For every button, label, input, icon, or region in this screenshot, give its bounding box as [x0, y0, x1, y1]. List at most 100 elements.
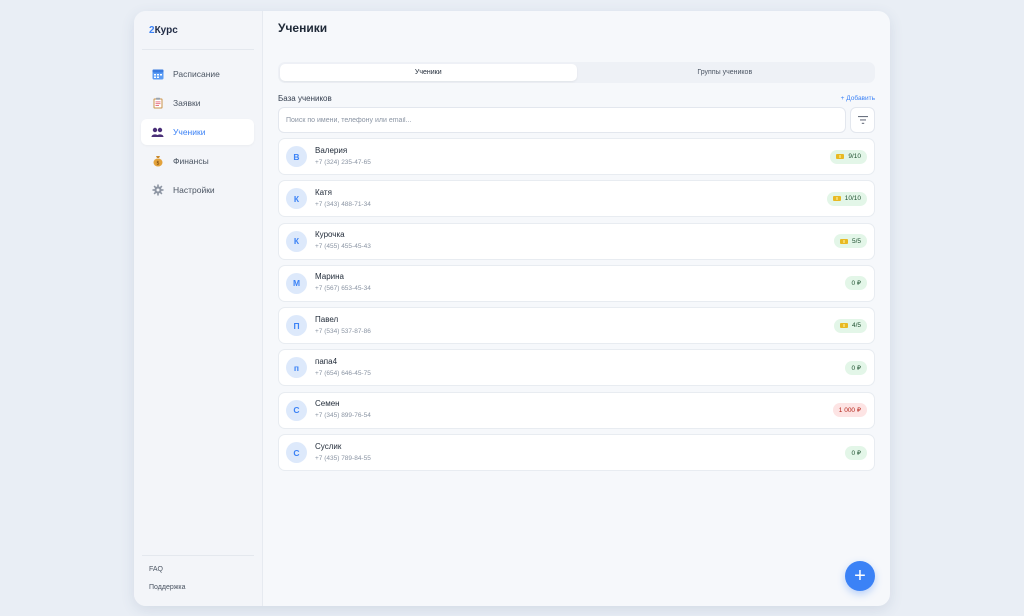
ticket-icon [839, 238, 848, 244]
student-info: Валерия +7 (324) 235-47-65 [315, 146, 830, 168]
sidebar-item-finance[interactable]: $ Финансы [141, 148, 254, 174]
ticket-icon [839, 323, 848, 329]
balance-badge: 0 ₽ [845, 276, 867, 291]
support-link[interactable]: Поддержка [134, 579, 262, 597]
avatar: К [286, 230, 307, 252]
clipboard-icon [151, 97, 164, 110]
sidebar-nav: Расписание Заявки Ученики $ Финансы Наст… [134, 61, 262, 203]
student-name: папа4 [315, 356, 338, 366]
filter-button[interactable] [850, 107, 875, 133]
users-icon [151, 126, 164, 139]
avatar: С [286, 399, 307, 421]
student-info: Семен +7 (345) 899-76-54 [315, 399, 833, 421]
balance-value: 0 ₽ [851, 280, 861, 288]
balance-badge: 0 ₽ [845, 445, 867, 460]
balance-value: 9/10 [848, 153, 861, 160]
student-phone: +7 (534) 537-87-86 [315, 327, 371, 335]
student-name: Суслик [315, 441, 342, 451]
tab-student-groups[interactable]: Группы учеников [577, 64, 874, 81]
student-info: папа4 +7 (654) 646-45-75 [315, 357, 845, 379]
sidebar-item-students[interactable]: Ученики [141, 119, 254, 145]
student-info: Катя +7 (343) 488-71-34 [315, 188, 827, 210]
balance-badge: 9/10 [830, 149, 867, 164]
student-phone: +7 (435) 789-84-55 [315, 454, 371, 462]
sidebar-item-label: Заявки [173, 98, 201, 108]
sidebar: 2Курс Расписание Заявки Ученики $ Финанс… [134, 11, 263, 606]
student-name: Семен [315, 399, 340, 409]
student-phone: +7 (567) 653-45-34 [315, 285, 371, 293]
student-phone: +7 (324) 235-47-65 [315, 158, 371, 166]
gear-icon [151, 184, 164, 197]
student-row[interactable]: С Семен +7 (345) 899-76-54 1 000 ₽ [278, 391, 875, 429]
avatar: М [286, 272, 307, 294]
logo-text: Курс [154, 25, 178, 36]
student-phone: +7 (343) 488-71-34 [315, 200, 371, 208]
balance-badge: 4/5 [833, 318, 867, 333]
balance-badge: 10/10 [826, 191, 867, 206]
balance-value: 0 ₽ [851, 364, 861, 372]
sidebar-divider [142, 49, 254, 50]
balance-badge: 0 ₽ [845, 360, 867, 375]
avatar: п [286, 357, 307, 379]
balance-badge: 5/5 [833, 234, 867, 249]
balance-value: 5/5 [851, 237, 861, 245]
add-fab-button[interactable]: + [845, 561, 875, 591]
student-info: Курочка +7 (455) 455-45-43 [315, 230, 834, 252]
student-name: Павел [315, 314, 339, 324]
balance-value: 4/5 [851, 322, 861, 330]
student-name: Катя [315, 187, 332, 197]
calendar-icon [151, 68, 164, 81]
student-row[interactable]: С Суслик +7 (435) 789-84-55 0 ₽ [278, 434, 875, 472]
sidebar-divider [142, 555, 254, 556]
ticket-icon [836, 154, 845, 159]
student-info: Суслик +7 (435) 789-84-55 [315, 442, 845, 464]
balance-value: 0 ₽ [851, 449, 861, 457]
sidebar-item-label: Финансы [173, 156, 209, 166]
student-info: Марина +7 (567) 653-45-34 [315, 272, 845, 294]
svg-text:$: $ [156, 161, 159, 167]
add-student-link[interactable]: + Добавить [841, 95, 875, 102]
sidebar-footer: FAQ Поддержка [134, 555, 262, 606]
faq-link[interactable]: FAQ [134, 561, 262, 579]
student-row[interactable]: М Марина +7 (567) 653-45-34 0 ₽ [278, 264, 875, 302]
avatar: В [286, 146, 307, 167]
sidebar-item-requests[interactable]: Заявки [141, 90, 254, 116]
section-title: База учеников [278, 93, 332, 103]
main-content: Ученики Ученики Группы учеников База уче… [263, 11, 890, 606]
ticket-icon [832, 196, 841, 202]
student-row[interactable]: К Курочка +7 (455) 455-45-43 5/5 [278, 222, 875, 260]
student-row[interactable]: П Павел +7 (534) 537-87-86 4/5 [278, 307, 875, 345]
student-info: Павел +7 (534) 537-87-86 [315, 315, 834, 337]
balance-value: 1 000 ₽ [838, 407, 861, 415]
sidebar-item-label: Настройки [173, 185, 215, 195]
sidebar-item-label: Расписание [173, 69, 220, 79]
student-phone: +7 (345) 899-76-54 [315, 412, 371, 420]
student-name: Марина [315, 272, 344, 282]
search-row [278, 107, 875, 133]
page-title: Ученики [278, 21, 328, 35]
student-row[interactable]: К Катя +7 (343) 488-71-34 10/10 [278, 180, 875, 218]
student-name: Курочка [315, 230, 345, 240]
search-input[interactable] [278, 107, 846, 133]
logo[interactable]: 2Курс [134, 11, 262, 49]
student-row[interactable]: В Валерия +7 (324) 235-47-65 9/10 [278, 138, 875, 175]
avatar: С [286, 442, 307, 464]
student-phone: +7 (455) 455-45-43 [315, 243, 371, 251]
sidebar-item-settings[interactable]: Настройки [141, 177, 254, 203]
tab-students[interactable]: Ученики [280, 64, 577, 81]
student-phone: +7 (654) 646-45-75 [315, 369, 371, 377]
app-window: 2Курс Расписание Заявки Ученики $ Финанс… [134, 11, 890, 606]
avatar: К [286, 188, 307, 210]
money-bag-icon: $ [151, 155, 164, 168]
section-header: База учеников + Добавить [278, 92, 875, 104]
sidebar-item-schedule[interactable]: Расписание [141, 61, 254, 87]
avatar: П [286, 315, 307, 337]
student-name: Валерия [315, 145, 348, 155]
filter-icon [857, 111, 868, 129]
sidebar-item-label: Ученики [173, 127, 206, 137]
tab-bar: Ученики Группы учеников [278, 62, 875, 83]
student-list: В Валерия +7 (324) 235-47-65 9/10 К Катя +7 (3… [278, 138, 875, 472]
student-row[interactable]: п папа4 +7 (654) 646-45-75 0 ₽ [278, 349, 875, 387]
balance-value: 10/10 [844, 195, 861, 203]
balance-badge: 1 000 ₽ [832, 403, 867, 418]
